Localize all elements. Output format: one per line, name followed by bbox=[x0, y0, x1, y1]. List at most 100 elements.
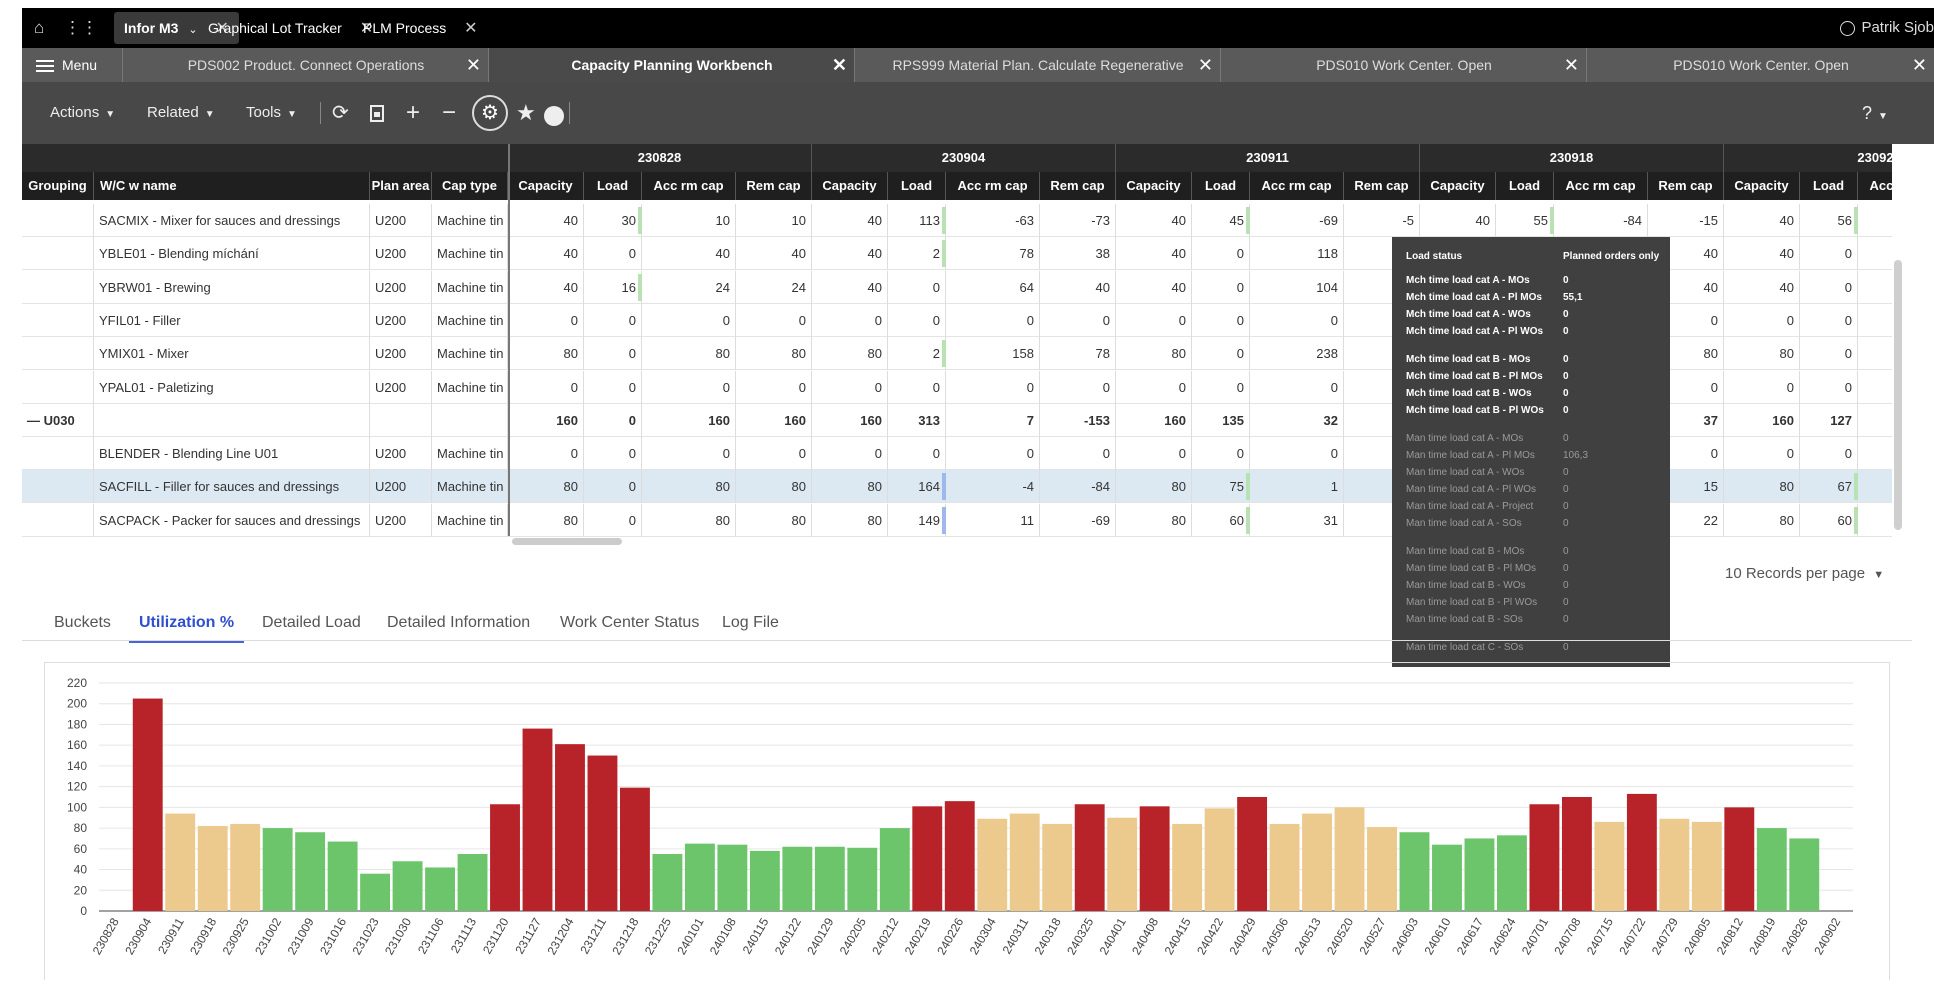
bar-240226[interactable] bbox=[944, 801, 975, 911]
bar-240325[interactable] bbox=[1074, 804, 1105, 911]
bar-240812[interactable] bbox=[1724, 807, 1755, 911]
help-menu[interactable]: ? ▼ bbox=[1862, 82, 1888, 144]
tab-plm-process[interactable]: PLM Process ✕ bbox=[363, 12, 478, 44]
column-header[interactable]: Acc rm cap bbox=[946, 172, 1040, 200]
column-header[interactable]: Grouping bbox=[22, 172, 94, 200]
add-icon[interactable]: + bbox=[406, 82, 420, 144]
bar-240101[interactable] bbox=[684, 843, 715, 911]
bar-240429[interactable] bbox=[1237, 797, 1268, 911]
bar-231016[interactable] bbox=[327, 841, 358, 911]
bar-240129[interactable] bbox=[814, 846, 845, 911]
toggle-knob-icon[interactable] bbox=[544, 106, 564, 126]
column-header[interactable]: Load bbox=[888, 172, 946, 200]
tab-capacity-planning[interactable]: Capacity Planning Workbench ✕ bbox=[488, 48, 855, 82]
column-header[interactable]: Capacity bbox=[812, 172, 888, 200]
bar-240617[interactable] bbox=[1464, 838, 1495, 911]
column-header[interactable]: W/C w name bbox=[94, 172, 370, 200]
settings-gear-icon[interactable]: ⚙ bbox=[472, 95, 508, 131]
bar-231030[interactable] bbox=[392, 861, 423, 911]
close-icon[interactable]: ✕ bbox=[464, 20, 477, 37]
tab-detailed-information[interactable]: Detailed Information bbox=[387, 608, 530, 640]
tools-menu[interactable]: Tools ▼ bbox=[246, 82, 297, 144]
favorite-star-icon[interactable]: ★ bbox=[516, 82, 536, 144]
tab-work-center-status[interactable]: Work Center Status bbox=[560, 608, 699, 640]
related-menu[interactable]: Related ▼ bbox=[147, 82, 215, 144]
bar-240520[interactable] bbox=[1334, 807, 1365, 911]
bar-230925[interactable] bbox=[230, 823, 261, 911]
close-icon[interactable]: ✕ bbox=[466, 48, 481, 82]
column-header[interactable]: Load bbox=[1496, 172, 1554, 200]
bar-231225[interactable] bbox=[652, 854, 683, 911]
user-menu[interactable]: Patrik Sjob bbox=[1840, 8, 1934, 48]
bar-240603[interactable] bbox=[1399, 832, 1430, 911]
bar-240212[interactable] bbox=[879, 828, 910, 911]
table-row[interactable]: SACMIX - Mixer for sauces and dressings U… bbox=[22, 204, 1892, 237]
bar-240729[interactable] bbox=[1659, 818, 1690, 911]
bar-240219[interactable] bbox=[912, 806, 943, 911]
actions-menu[interactable]: Actions ▼ bbox=[50, 82, 115, 144]
bar-240115[interactable] bbox=[749, 850, 780, 911]
column-header[interactable]: Acc rm cap bbox=[1554, 172, 1648, 200]
bar-231002[interactable] bbox=[262, 828, 293, 911]
column-header[interactable]: Plan area bbox=[370, 172, 432, 200]
bar-231106[interactable] bbox=[425, 867, 455, 911]
bar-240610[interactable] bbox=[1432, 844, 1462, 911]
column-header[interactable]: Capacity bbox=[1724, 172, 1800, 200]
column-header[interactable]: Capacity bbox=[508, 172, 584, 200]
bar-240513[interactable] bbox=[1302, 813, 1332, 911]
bar-240304[interactable] bbox=[977, 818, 1008, 911]
tab-detailed-load[interactable]: Detailed Load bbox=[262, 608, 361, 640]
bar-240401[interactable] bbox=[1107, 817, 1138, 911]
bar-240527[interactable] bbox=[1367, 827, 1397, 911]
bar-231023[interactable] bbox=[360, 873, 391, 911]
tab-pds010-2[interactable]: PDS010 Work Center. Open ✕ bbox=[1586, 48, 1934, 82]
tab-buckets[interactable]: Buckets bbox=[54, 608, 111, 640]
bar-240506[interactable] bbox=[1269, 823, 1300, 911]
bar-240108[interactable] bbox=[717, 844, 748, 911]
bar-240415[interactable] bbox=[1172, 823, 1203, 911]
column-header[interactable]: Capacity bbox=[1116, 172, 1192, 200]
menu-button[interactable]: Menu bbox=[22, 48, 122, 82]
tab-pds010[interactable]: PDS010 Work Center. Open ✕ bbox=[1220, 48, 1587, 82]
bar-230904[interactable] bbox=[132, 698, 163, 911]
bar-240819[interactable] bbox=[1756, 828, 1787, 911]
tab-utilization[interactable]: Utilization % bbox=[129, 608, 245, 643]
bar-240311[interactable] bbox=[1009, 813, 1040, 911]
column-header[interactable]: Rem cap bbox=[1344, 172, 1420, 200]
chevron-down-icon[interactable]: ⌄ bbox=[188, 24, 197, 36]
column-header[interactable]: Rem cap bbox=[1648, 172, 1724, 200]
home-icon[interactable]: ⌂ bbox=[34, 8, 44, 48]
close-icon[interactable]: ✕ bbox=[1564, 48, 1579, 82]
column-header[interactable]: Rem cap bbox=[1040, 172, 1116, 200]
bar-231127[interactable] bbox=[522, 728, 553, 911]
bar-240318[interactable] bbox=[1042, 823, 1073, 911]
records-per-page-select[interactable]: 10 Records per page ▼ bbox=[1725, 565, 1884, 582]
export-icon[interactable] bbox=[370, 82, 384, 144]
remove-icon[interactable]: − bbox=[442, 82, 456, 144]
apps-grid-icon[interactable]: ⋮⋮ bbox=[64, 8, 98, 48]
bar-240715[interactable] bbox=[1594, 821, 1625, 911]
column-header[interactable]: Acc rm cap bbox=[642, 172, 736, 200]
column-header[interactable]: Load bbox=[1192, 172, 1250, 200]
bar-231113[interactable] bbox=[457, 854, 488, 911]
horizontal-scrollbar[interactable] bbox=[512, 538, 622, 545]
column-header[interactable]: Acc rm cap bbox=[1858, 172, 1934, 200]
column-header[interactable]: Capacity bbox=[1420, 172, 1496, 200]
tab-pds002[interactable]: PDS002 Product. Connect Operations ✕ bbox=[122, 48, 489, 82]
bar-240708[interactable] bbox=[1561, 797, 1592, 911]
bar-240701[interactable] bbox=[1529, 804, 1560, 911]
close-icon[interactable]: ✕ bbox=[1198, 48, 1213, 82]
bar-231120[interactable] bbox=[490, 804, 520, 911]
bar-231218[interactable] bbox=[620, 787, 650, 911]
bar-230911[interactable] bbox=[165, 813, 196, 911]
bar-240624[interactable] bbox=[1497, 835, 1527, 911]
column-header[interactable]: Cap type bbox=[432, 172, 508, 200]
bar-240805[interactable] bbox=[1691, 821, 1722, 911]
bar-240422[interactable] bbox=[1204, 808, 1235, 911]
column-header[interactable]: Load bbox=[1800, 172, 1858, 200]
bar-240722[interactable] bbox=[1626, 793, 1657, 911]
bar-240205[interactable] bbox=[847, 847, 878, 911]
bar-230918[interactable] bbox=[197, 826, 228, 911]
tab-rps999[interactable]: RPS999 Material Plan. Calculate Regenera… bbox=[854, 48, 1221, 82]
tab-graphical-lot-tracker[interactable]: Graphical Lot Tracker ✕ bbox=[208, 12, 373, 44]
